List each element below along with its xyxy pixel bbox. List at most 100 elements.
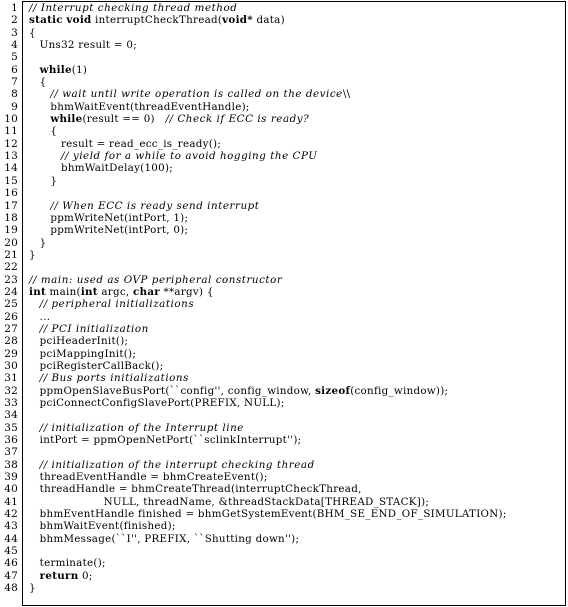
code-text: intPort = ppmOpenNetPort(``sclinkInterru… [29, 434, 302, 447]
line-number: 24 [4, 285, 18, 298]
code-line: 33 pciConnectConfigSlavePort(PREFIX, NUL… [0, 397, 568, 409]
line-number: 32 [4, 384, 18, 397]
code-line: 40 threadHandle = bhmCreateThread(interr… [0, 483, 568, 495]
code-comment: // PCI initialization [39, 322, 149, 335]
code-text: 0; [78, 569, 93, 582]
code-line: 9 bhmWaitEvent(threadEventHandle); [0, 101, 568, 113]
code-line-text: // yield for a while to avoid hogging th… [21, 150, 568, 162]
code-text: } [29, 236, 47, 249]
code-text: pciHeaderInit(); [29, 335, 129, 348]
code-text: } [29, 582, 36, 595]
code-line: 6 while(1) [0, 64, 568, 76]
code-text: ppmWriteNet(intPort, 1); [29, 211, 189, 224]
code-line: 3{ [0, 27, 568, 39]
line-number: 45 [4, 545, 18, 558]
code-line-text: } [21, 175, 568, 187]
code-keyword: sizeof [315, 384, 351, 397]
code-text: } [29, 174, 58, 187]
code-line: 35 // initialization of the Interrupt li… [0, 422, 568, 434]
code-line-text: bhmWaitEvent(threadEventHandle); [21, 101, 568, 113]
code-line: 43 bhmWaitEvent(finished); [0, 520, 568, 532]
line-number: 35 [4, 421, 18, 434]
code-line-text: result = read_ecc_is_ready(); [21, 138, 568, 150]
code-comment: // wait until write operation is called … [50, 88, 343, 101]
code-line-text: } [21, 582, 568, 594]
code-line-text: // main: used as OVP peripheral construc… [21, 274, 568, 286]
code-text: argc, [97, 285, 134, 298]
code-keyword: int [29, 285, 46, 298]
code-comment: // peripheral initializations [39, 298, 195, 311]
code-line-text: // When ECC is ready send interrupt [21, 200, 568, 212]
code-line: 29 pciMappingInit(); [0, 348, 568, 360]
code-text: pciConnectConfigSlavePort(PREFIX, NULL); [29, 397, 285, 409]
line-number: 47 [4, 569, 18, 582]
line-number: 33 [4, 397, 18, 409]
line-number: 31 [4, 372, 18, 385]
code-text: pciRegisterCallBack(); [29, 359, 164, 372]
code-line-text: ppmWriteNet(intPort, 0); [21, 224, 568, 236]
line-number: 9 [11, 100, 18, 113]
code-text: (1) [71, 63, 88, 76]
line-number: 21 [4, 248, 18, 261]
code-listing: 1// Interrupt checking thread method 2 sta… [0, 0, 568, 607]
code-line: 32 ppmOpenSlaveBusPort(``config'', confi… [0, 385, 568, 397]
code-comment: // initialization of the interrupt check… [39, 458, 315, 471]
code-line: 20 } [0, 237, 568, 249]
code-line: 31 // Bus ports initializations [0, 372, 568, 384]
code-text: } [29, 248, 36, 261]
code-line-list: 1// Interrupt checking thread method 2 sta… [0, 2, 568, 595]
line-number: 46 [4, 557, 18, 570]
code-line: 11 { [0, 125, 568, 137]
code-line-text: bhmWaitDelay(100); [21, 162, 568, 174]
code-line-text: int main(int argc, char **argv) { [21, 286, 568, 298]
code-line: 27 // PCI initialization [0, 323, 568, 335]
listing-frame-bottom-rule [22, 605, 566, 606]
code-text: (result == 0) [82, 113, 166, 126]
code-text: ... [29, 310, 51, 323]
line-number: 17 [4, 199, 18, 212]
code-line-text: terminate(); [21, 557, 568, 569]
code-text: ppmOpenSlaveBusPort(``config'', config_w… [29, 384, 316, 397]
code-line-text: bhmEventHandle finished = bhmGetSystemEv… [21, 508, 568, 520]
code-text: threadHandle = bhmCreateThread(interrupt… [29, 483, 362, 496]
code-line: 24 int main(int argc, char **argv) { [0, 286, 568, 298]
line-number: 44 [4, 532, 18, 545]
line-number: 13 [4, 150, 18, 163]
code-keyword: char [133, 285, 160, 298]
code-line: 30 pciRegisterCallBack(); [0, 360, 568, 372]
line-number: 3 [11, 26, 18, 39]
code-keyword: return [39, 569, 79, 582]
code-line: 21} [0, 249, 568, 261]
code-line: 22 [0, 261, 568, 273]
code-text: terminate(); [29, 557, 106, 570]
code-text: bhmEventHandle finished = bhmGetSystemEv… [29, 508, 507, 521]
line-number: 19 [4, 224, 18, 237]
code-text: (config_window)); [350, 384, 449, 397]
code-text: ppmWriteNet(intPort, 0); [29, 224, 189, 237]
code-text: bhmWaitEvent(finished); [29, 520, 176, 533]
line-number: 43 [4, 520, 18, 533]
line-number: 8 [11, 88, 18, 101]
code-text: { [29, 125, 58, 138]
code-line-text: // initialization of the Interrupt line [21, 422, 568, 434]
code-line: 39 threadEventHandle = bhmCreateEvent(); [0, 471, 568, 483]
line-number: 7 [11, 76, 18, 89]
code-comment: // When ECC is ready send interrupt [50, 199, 260, 212]
line-number: 26 [4, 310, 18, 323]
code-line: 26 ... [0, 311, 568, 323]
code-text: bhmWaitDelay(100); [29, 162, 174, 175]
code-text: \\ [342, 88, 351, 101]
line-number: 2 [11, 14, 18, 27]
code-text: result = read_ecc_is_ready(); [29, 137, 222, 150]
code-line-text: // Bus ports initializations [21, 372, 568, 384]
